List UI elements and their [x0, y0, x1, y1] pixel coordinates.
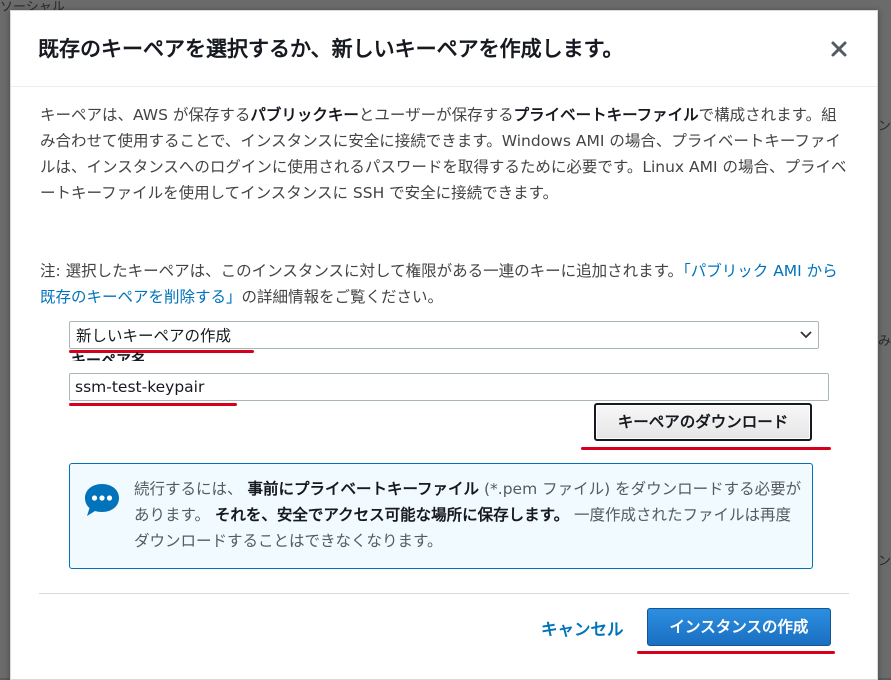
- info-message: 続行するには、 事前にプライベートキーファイル (*.pem ファイル) をダウ…: [134, 476, 804, 554]
- select-value: 新しいキーペアの作成: [76, 327, 232, 345]
- create-instance-button[interactable]: インスタンスの作成: [647, 608, 831, 646]
- keypair-name-input[interactable]: [69, 373, 829, 401]
- dialog-header: 既存のキーペアを選択するか、新しいキーペアを作成します。: [11, 11, 877, 87]
- dialog-title: 既存のキーペアを選択するか、新しいキーペアを作成します。: [38, 37, 624, 61]
- description-text: キーペアは、AWS が保存する: [40, 106, 251, 124]
- dialog-note: 注: 選択したキーペアは、このインスタンスに対して権限がある一連のキーに追加され…: [40, 258, 850, 310]
- description-text: とユーザーが保存する: [358, 106, 514, 124]
- annotation-underline: [69, 403, 237, 406]
- chevron-down-icon: [800, 331, 812, 339]
- keypair-action-select[interactable]: 新しいキーペアの作成: [69, 321, 819, 349]
- background-text: ン: [878, 554, 891, 569]
- info-emphasis: それを、安全でアクセス可能な場所に保存します。: [214, 506, 570, 524]
- background-text: み: [878, 334, 891, 349]
- dialog-description: キーペアは、AWS が保存するパブリックキーとユーザーが保存するプライベートキー…: [40, 102, 850, 206]
- keypair-dialog: 既存のキーペアを選択するか、新しいキーペアを作成します。 キーペアは、AWS が…: [10, 10, 878, 680]
- close-button[interactable]: [823, 33, 855, 65]
- annotation-underline: [637, 651, 835, 654]
- info-text: 続行するには、: [134, 480, 243, 498]
- info-alert: 続行するには、 事前にプライベートキーファイル (*.pem ファイル) をダウ…: [69, 463, 813, 569]
- info-emphasis: 事前にプライベートキーファイル: [247, 480, 480, 498]
- close-icon: [831, 41, 847, 57]
- background-text: ン: [878, 119, 891, 134]
- download-keypair-button[interactable]: キーペアのダウンロード: [594, 403, 812, 441]
- annotation-underline: [581, 447, 831, 450]
- description-emphasis: プライベートキーファイル: [513, 106, 699, 124]
- keypair-name-label: キーペア名: [71, 351, 147, 361]
- note-text: の詳細情報をご覧ください。: [241, 288, 444, 306]
- description-emphasis: パブリックキー: [250, 106, 359, 124]
- footer-divider: [39, 593, 849, 594]
- note-text: 注: 選択したキーペアは、このインスタンスに対して権限がある一連のキーに追加され…: [40, 262, 684, 280]
- cancel-button[interactable]: キャンセル: [541, 616, 624, 640]
- chat-bubble-icon: [85, 484, 119, 516]
